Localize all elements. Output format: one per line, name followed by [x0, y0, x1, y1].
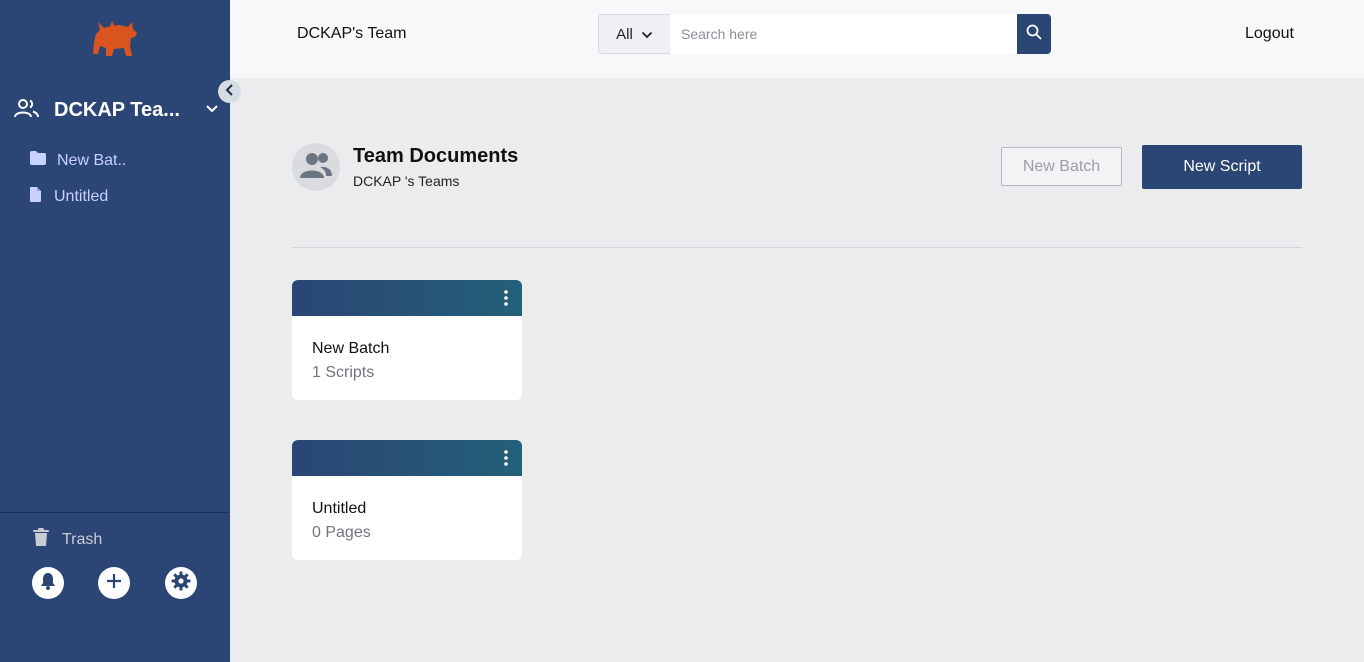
search-icon — [1026, 24, 1042, 45]
sidebar-item-untitled[interactable]: Untitled — [29, 186, 108, 208]
card-count: 0 Pages — [312, 524, 371, 541]
collapse-sidebar-button[interactable] — [218, 80, 241, 103]
sidebar-item-label: New Bat.. — [57, 151, 127, 169]
chevron-left-icon — [225, 83, 235, 101]
rhino-logo[interactable] — [90, 18, 138, 58]
file-icon — [29, 186, 42, 208]
gear-icon — [171, 571, 191, 596]
search-input[interactable] — [670, 14, 1017, 54]
settings-button[interactable] — [165, 567, 197, 599]
page-title: Team Documents — [353, 145, 519, 167]
plus-icon — [105, 572, 123, 595]
header-team-title: DCKAP's Team — [297, 25, 407, 42]
search-scope-dropdown[interactable]: All — [598, 14, 670, 54]
logout-link[interactable]: Logout — [1245, 25, 1294, 43]
sidebar-item-label: Untitled — [54, 188, 109, 205]
more-options-icon[interactable] — [500, 448, 512, 468]
users-icon — [14, 98, 40, 123]
more-options-icon[interactable] — [500, 288, 512, 308]
new-script-button[interactable]: New Script — [1142, 145, 1302, 189]
sidebar-divider — [0, 512, 230, 513]
add-button[interactable] — [98, 567, 130, 599]
card-header-band — [292, 440, 522, 476]
top-bar: DCKAP's Team All Logout — [230, 0, 1364, 78]
users-icon — [300, 152, 332, 183]
search-bar: All — [598, 14, 1051, 54]
folder-icon — [29, 150, 47, 171]
document-card-new-batch[interactable]: New Batch 1 Scripts — [292, 280, 522, 400]
documents-header: Team Documents DCKAP 's Teams — [292, 143, 518, 191]
document-card-untitled[interactable]: Untitled 0 Pages — [292, 440, 522, 560]
notifications-button[interactable] — [32, 567, 64, 599]
card-title: New Batch — [312, 340, 390, 357]
content-divider — [292, 247, 1302, 248]
team-avatar — [292, 143, 340, 191]
bell-icon — [40, 572, 56, 595]
chevron-down-icon — [205, 101, 219, 119]
search-button[interactable] — [1017, 14, 1051, 54]
sidebar: DCKAP Tea... New Bat.. Untitled Trash — [0, 0, 230, 662]
team-name: DCKAP Tea... — [54, 98, 180, 121]
card-count: 1 Scripts — [312, 364, 375, 381]
trash-icon — [32, 527, 50, 552]
chevron-down-icon — [641, 26, 653, 43]
search-scope-value: All — [616, 25, 633, 43]
team-selector[interactable]: DCKAP Tea... — [14, 96, 219, 124]
sidebar-item-new-batch[interactable]: New Bat.. — [29, 150, 126, 171]
trash-label: Trash — [62, 530, 103, 548]
page-subtitle: DCKAP 's Teams — [353, 173, 460, 189]
card-title: Untitled — [312, 500, 367, 517]
card-header-band — [292, 280, 522, 316]
new-batch-button[interactable]: New Batch — [1001, 147, 1122, 186]
trash-link[interactable]: Trash — [32, 527, 102, 552]
